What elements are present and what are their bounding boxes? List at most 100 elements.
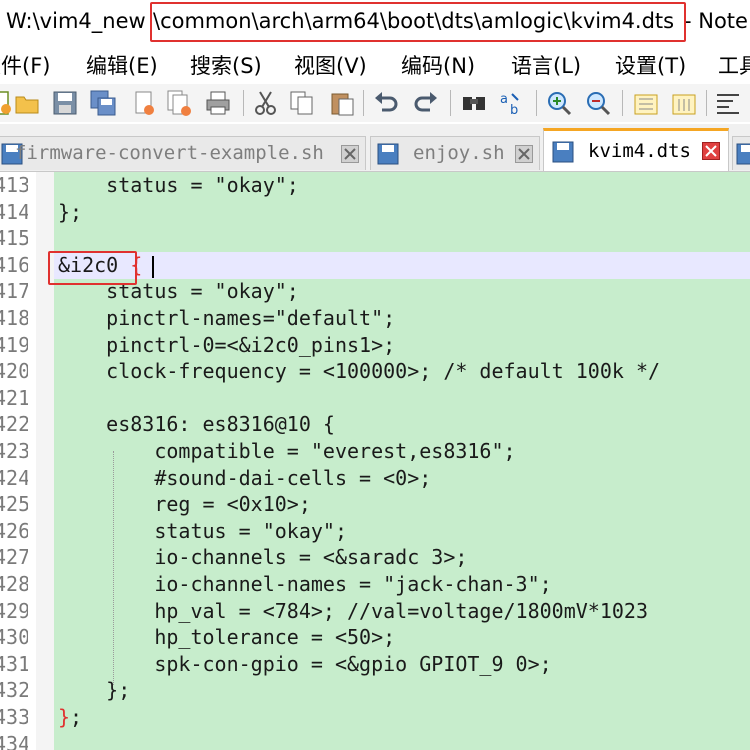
close-tab-icon[interactable] [702,142,720,160]
code-line[interactable]: 413 status = "okay"; [0,172,750,199]
title-bar: W:\vim4_new \common\arch\arm64\boot\dts\… [0,0,750,46]
text-caret [152,256,154,278]
tab-next[interactable] [732,136,750,170]
tab-label: kvim4.dts [588,140,691,162]
line-number: 418 [0,306,28,330]
current-line-highlight [54,251,750,279]
line-code: status = "okay"; [58,518,347,543]
line-number: 434 [0,731,28,750]
line-number: 422 [0,412,28,437]
menu-language[interactable]: 语言(L) [511,50,581,80]
line-code: pinctrl-names="default"; [58,306,396,330]
toolbar-separator [622,90,623,116]
tab-firmware-convert-example[interactable]: firmware-convert-example.sh [0,136,366,170]
find-icon[interactable] [460,89,488,117]
save-icon[interactable] [51,89,79,117]
code-line[interactable]: 434 [0,731,750,750]
line-number: 419 [0,332,28,357]
code-line[interactable]: 414}; [0,199,750,226]
word-wrap-icon[interactable] [714,89,742,117]
toolbar-separator [243,90,244,116]
line-code: pinctrl-0=<&i2c0_pins1>; [58,332,396,357]
line-code: compatible = "everest,es8316"; [58,439,516,463]
line-number: 426 [0,518,28,543]
line-number: 424 [0,465,28,490]
tab-bar: firmware-convert-example.sh enjoy.sh kvi… [0,124,750,172]
zoom-out-icon[interactable] [584,89,612,117]
sync-horizontal-icon[interactable] [670,89,698,117]
saved-file-icon [377,143,399,165]
paste-icon[interactable] [328,89,356,117]
svg-text:b: b [510,103,518,117]
toolbar-separator [536,90,537,116]
line-number: 431 [0,651,28,676]
print-icon[interactable] [204,89,232,117]
menu-search[interactable]: 搜索(S) [190,50,262,80]
close-tab-icon[interactable] [341,145,359,163]
close-icon[interactable] [130,89,158,117]
tab-kvim4[interactable]: kvim4.dts [543,128,729,171]
line-code: }; [58,199,83,224]
undo-icon[interactable] [372,89,400,117]
save-all-icon[interactable] [89,89,117,117]
line-number: 429 [0,598,28,623]
title-prefix: W:\vim4_new [6,9,146,33]
tab-label: enjoy.sh [413,142,505,164]
menu-encoding[interactable]: 编码(N) [401,50,475,80]
line-number: 415 [0,226,28,251]
sync-vertical-icon[interactable] [632,89,660,117]
replace-icon[interactable]: ab [498,89,526,117]
saved-file-icon [552,141,574,163]
line-code: es8316: es8316@10 { [58,412,335,437]
line-code: }; [58,678,131,703]
code-line[interactable]: 433}; [0,704,750,731]
menu-view[interactable]: 视图(V) [294,50,367,80]
line-code: }; [58,705,83,729]
menu-tools[interactable]: 工具 [718,50,750,80]
tab-enjoy[interactable]: enjoy.sh [370,136,540,170]
saved-file-icon [736,143,750,165]
menu-edit[interactable]: 编辑(E) [86,50,158,80]
code-line[interactable]: 418 pinctrl-names="default"; [0,305,750,332]
line-number: 416 [0,252,28,277]
toolbar-separator [363,90,364,116]
i2c0-highlight-box [48,251,137,285]
line-number: 430 [0,625,28,650]
code-line[interactable]: 422 es8316: es8316@10 { [0,411,750,438]
line-number: 425 [0,492,28,517]
redo-icon[interactable] [412,89,440,117]
cut-icon[interactable] [252,89,280,117]
close-tab-icon[interactable] [515,145,533,163]
menu-settings[interactable]: 设置(T) [615,50,686,80]
toolbar-separator [450,90,451,116]
code-line[interactable]: 419 pinctrl-0=<&i2c0_pins1>; [0,332,750,359]
toolbar-separator [706,90,707,116]
line-code: io-channel-names = "jack-chan-3"; [58,572,552,596]
path-highlight-box [150,2,686,42]
menu-file[interactable]: 文件(F) [0,50,50,80]
line-number: 432 [0,678,28,703]
code-line[interactable]: 421 [0,385,750,412]
svg-text:a: a [500,92,508,107]
line-number: 413 [0,173,28,197]
menu-bar: 文件(F) 编辑(E) 搜索(S) 视图(V) 编码(N) 语言(L) 设置(T… [0,46,750,84]
title-suffix: - Note [684,9,748,33]
indent-guide [113,451,114,685]
code-line[interactable]: 415 [0,225,750,252]
open-file-icon[interactable] [13,89,41,117]
line-number: 433 [0,705,28,729]
copy-icon[interactable] [288,89,316,117]
line-number: 423 [0,439,28,463]
line-number: 428 [0,572,28,596]
zoom-in-icon[interactable] [545,89,573,117]
close-all-icon[interactable] [165,89,193,117]
new-file-icon[interactable] [0,89,14,117]
toolbar: ab [0,84,750,122]
line-number: 417 [0,279,28,304]
code-editor[interactable]: 413 status = "okay"; 414}; 415 416 &i2c0 {41… [0,172,750,750]
tab-label: firmware-convert-example.sh [15,142,324,164]
line-number: 414 [0,199,28,224]
code-line[interactable]: 420 clock-frequency = <100000>; /* defau… [0,358,750,385]
line-code: clock-frequency = <100000>; /* default 1… [58,359,661,384]
line-number: 421 [0,385,28,410]
